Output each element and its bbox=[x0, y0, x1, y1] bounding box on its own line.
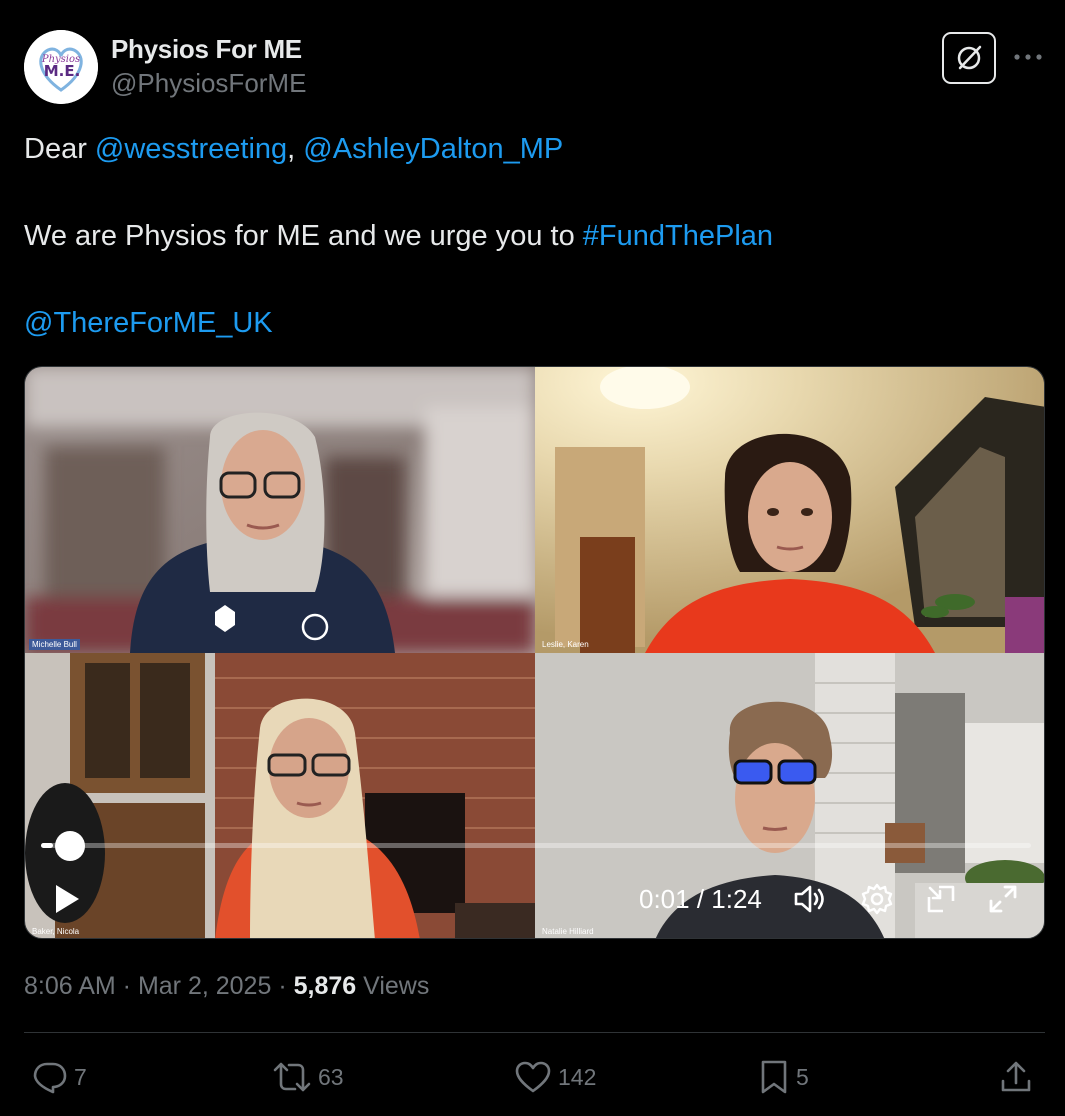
meta-separator: · bbox=[115, 972, 138, 1000]
play-button[interactable] bbox=[47, 879, 87, 919]
participant-name-label: Natalie Hilliard bbox=[542, 927, 594, 936]
action-bar: 7 63 142 5 bbox=[24, 1056, 1045, 1098]
video-progress-handle[interactable] bbox=[55, 831, 85, 861]
views-count: 5,876 bbox=[293, 972, 357, 1000]
author-info: Physios For ME @PhysiosForME bbox=[111, 32, 306, 100]
svg-text:M.E.: M.E. bbox=[44, 62, 81, 80]
grok-icon bbox=[957, 45, 982, 70]
participant-name-label: Leslie, Karen bbox=[542, 640, 589, 649]
divider bbox=[24, 1032, 1045, 1033]
video-tile: Baker, Nicola bbox=[25, 653, 535, 938]
more-options-button[interactable] bbox=[1010, 40, 1046, 74]
message-text: We are Physios for ME and we urge you to bbox=[24, 220, 583, 252]
reply-count: 7 bbox=[74, 1063, 87, 1090]
share-icon bbox=[1001, 1061, 1031, 1092]
repost-icon bbox=[273, 1062, 311, 1092]
settings-icon bbox=[861, 883, 893, 915]
video-progress-track[interactable] bbox=[41, 843, 1031, 848]
reply-button[interactable]: 7 bbox=[32, 1056, 87, 1098]
reply-icon bbox=[33, 1062, 67, 1094]
author-display-name[interactable]: Physios For ME bbox=[111, 32, 306, 66]
tweet-line-greeting: Dear @wesstreeting, @AshleyDalton_MP bbox=[24, 128, 1024, 171]
like-count: 142 bbox=[558, 1063, 597, 1090]
play-icon bbox=[56, 885, 79, 913]
hashtag-link[interactable]: #FundThePlan bbox=[583, 220, 773, 252]
repost-count: 63 bbox=[318, 1063, 344, 1090]
meta-separator: · bbox=[271, 972, 294, 1000]
participant-name-label: Michelle Bull bbox=[29, 639, 80, 650]
mention-link[interactable]: @ThereForME_UK bbox=[24, 307, 273, 339]
video-progress-fill bbox=[41, 843, 53, 848]
volume-button[interactable] bbox=[789, 879, 831, 919]
greeting-text: Dear bbox=[24, 133, 95, 165]
views-label: Views bbox=[356, 972, 430, 1000]
participant-name-label: Baker, Nicola bbox=[32, 927, 80, 936]
tweet-header: Physios M.E. Physios For ME @PhysiosForM… bbox=[24, 30, 1044, 104]
tweet-time[interactable]: 8:06 AM bbox=[24, 972, 116, 1000]
participant-video-frame bbox=[25, 653, 535, 938]
repost-button[interactable]: 63 bbox=[272, 1056, 344, 1098]
video-player[interactable]: Michelle Bull Leslie, Karen Baker, Nicol… bbox=[24, 366, 1045, 939]
tweet-line-tag: @ThereForME_UK bbox=[24, 302, 1024, 345]
tweet-line-message: We are Physios for ME and we urge you to… bbox=[24, 215, 1024, 258]
heart-icon bbox=[515, 1061, 551, 1093]
grok-button[interactable] bbox=[942, 32, 996, 84]
video-time: 0:01 / 1:24 bbox=[639, 884, 762, 914]
author-handle[interactable]: @PhysiosForME bbox=[111, 66, 306, 100]
participant-video-frame bbox=[25, 367, 535, 653]
separator-text: , bbox=[287, 133, 304, 165]
settings-button[interactable] bbox=[857, 879, 897, 919]
bookmark-icon bbox=[761, 1060, 787, 1094]
video-tile: Michelle Bull bbox=[25, 367, 535, 653]
fullscreen-button[interactable] bbox=[983, 879, 1023, 919]
fullscreen-icon bbox=[989, 885, 1017, 913]
tweet-text: Dear @wesstreeting, @AshleyDalton_MP We … bbox=[24, 128, 1024, 345]
mention-link[interactable]: @AshleyDalton_MP bbox=[303, 133, 563, 165]
tweet-date[interactable]: Mar 2, 2025 bbox=[138, 972, 271, 1000]
share-button[interactable] bbox=[998, 1056, 1034, 1098]
tweet-meta: 8:06 AM · Mar 2, 2025 · 5,876 Views bbox=[24, 968, 429, 1004]
physios-for-me-logo: Physios M.E. bbox=[24, 30, 98, 104]
participant-video-frame bbox=[535, 367, 1044, 653]
mention-link[interactable]: @wesstreeting bbox=[95, 133, 287, 165]
video-tile: Leslie, Karen bbox=[535, 367, 1044, 653]
volume-icon bbox=[794, 885, 824, 913]
like-button[interactable]: 142 bbox=[514, 1056, 596, 1098]
avatar[interactable]: Physios M.E. bbox=[24, 30, 98, 104]
picture-in-picture-button[interactable] bbox=[921, 879, 961, 919]
more-horizontal-icon bbox=[1014, 54, 1042, 60]
pip-icon bbox=[927, 885, 955, 913]
bookmark-count: 5 bbox=[796, 1063, 809, 1090]
bookmark-button[interactable]: 5 bbox=[758, 1056, 809, 1098]
